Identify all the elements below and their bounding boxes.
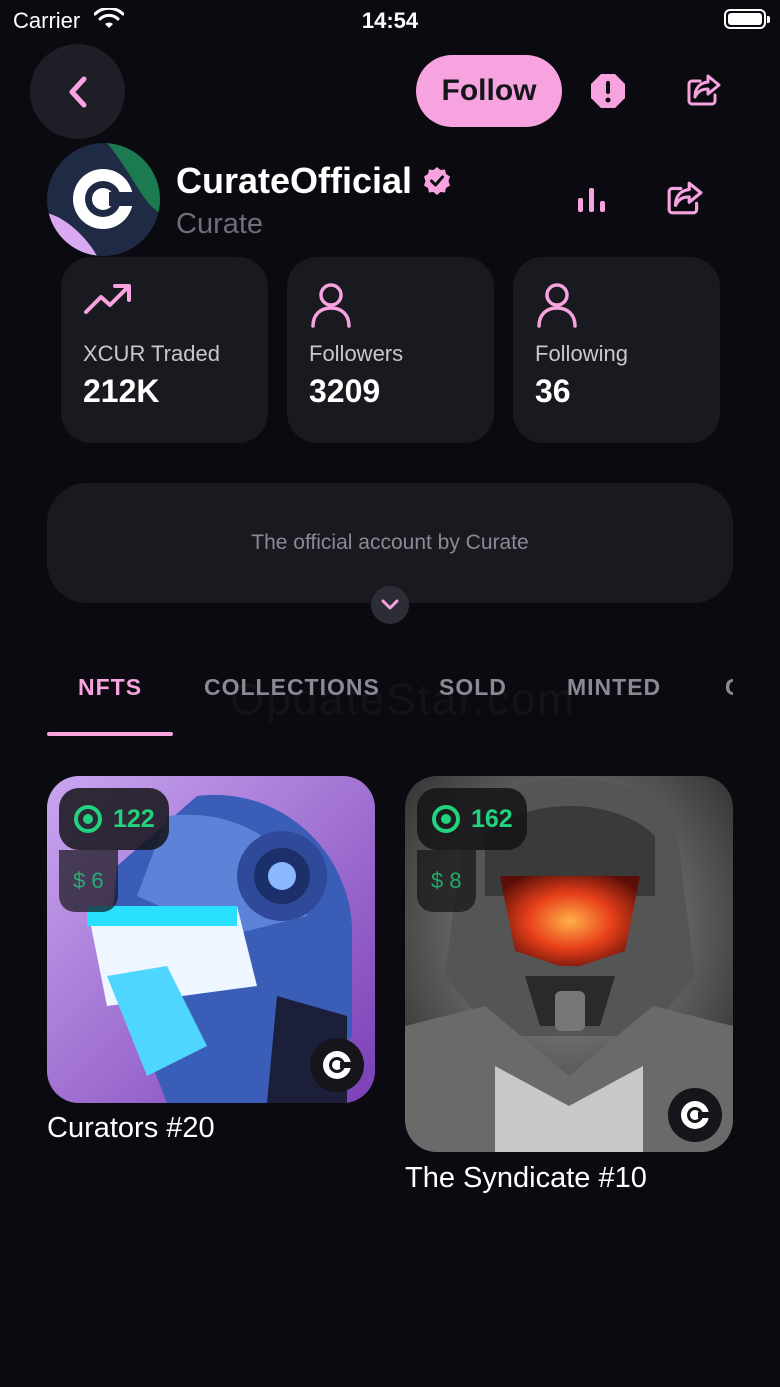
chevron-down-icon	[381, 599, 399, 610]
stat-value: 212K	[83, 373, 160, 409]
xcur-coin-icon	[432, 805, 460, 833]
stat-card-following[interactable]: Following 36	[513, 257, 720, 443]
price-xcur: 162	[471, 804, 513, 833]
price-usd: $ 8	[431, 868, 462, 893]
stat-label: Following	[535, 341, 628, 366]
follow-button[interactable]: Follow	[416, 55, 562, 127]
xcur-coin-icon	[74, 805, 102, 833]
user-icon	[311, 283, 351, 328]
report-button[interactable]	[587, 70, 629, 112]
price-tag: 122	[59, 788, 169, 850]
stat-label: Followers	[309, 341, 404, 366]
profile-name: CurateOfficial	[176, 160, 413, 201]
price-xcur: 122	[113, 804, 155, 833]
tab-bar: NFTS COLLECTIONS SOLD MINTED C	[47, 670, 733, 738]
stat-card-followers[interactable]: Followers 3209	[287, 257, 494, 443]
stat-card-traded: XCUR Traded 212K	[61, 257, 268, 443]
curate-badge	[310, 1038, 364, 1092]
nft-title: The Syndicate #10	[405, 1162, 647, 1194]
tab-sold[interactable]: SOLD	[439, 674, 507, 701]
curate-logo-icon	[47, 143, 160, 256]
profile-name-row: CurateOfficial	[176, 160, 452, 202]
battery-icon	[724, 9, 770, 29]
share-icon	[687, 74, 721, 106]
user-icon	[537, 283, 577, 328]
status-time: 14:54	[361, 8, 419, 33]
stat-label: XCUR Traded	[83, 341, 220, 366]
alert-octagon-icon	[591, 74, 625, 108]
tab-nfts[interactable]: NFTS	[78, 674, 142, 701]
nft-title: Curators #20	[47, 1112, 215, 1144]
avatar	[47, 143, 160, 256]
nft-card[interactable]: 162 $ 8 The Syndicate #10	[405, 776, 733, 1206]
profile-handle: Curate	[176, 208, 264, 240]
share-button[interactable]	[666, 180, 706, 220]
chevron-left-icon	[69, 76, 86, 107]
tab-minted[interactable]: MINTED	[567, 674, 661, 701]
stat-value: 36	[535, 373, 571, 409]
curate-badge	[668, 1088, 722, 1142]
trending-up-icon	[84, 284, 131, 314]
expand-bio-button[interactable]	[371, 586, 409, 624]
back-button[interactable]	[30, 44, 125, 139]
tab-collections[interactable]: COLLECTIONS	[204, 674, 380, 701]
tab-underline	[47, 732, 173, 736]
bar-chart-icon	[578, 188, 605, 212]
curate-logo-icon	[681, 1101, 710, 1129]
bio-text: The official account by Curate	[251, 531, 529, 554]
stat-value: 3209	[309, 373, 381, 409]
nft-card[interactable]: 122 $ 6 Curators #20	[47, 776, 375, 1156]
verified-badge-icon	[424, 167, 451, 195]
usd-tag: $ 8	[417, 850, 476, 912]
stats-button[interactable]	[574, 182, 610, 218]
share-icon	[667, 181, 703, 215]
status-bar: Carrier 14:54	[0, 0, 780, 40]
bio-card: The official account by Curate	[47, 483, 733, 603]
tab-more[interactable]: C	[725, 674, 733, 701]
curate-logo-icon	[323, 1051, 352, 1079]
price-usd: $ 6	[73, 868, 104, 893]
price-tag: 162	[417, 788, 527, 850]
usd-tag: $ 6	[59, 850, 118, 912]
share-button-top[interactable]	[682, 68, 726, 112]
